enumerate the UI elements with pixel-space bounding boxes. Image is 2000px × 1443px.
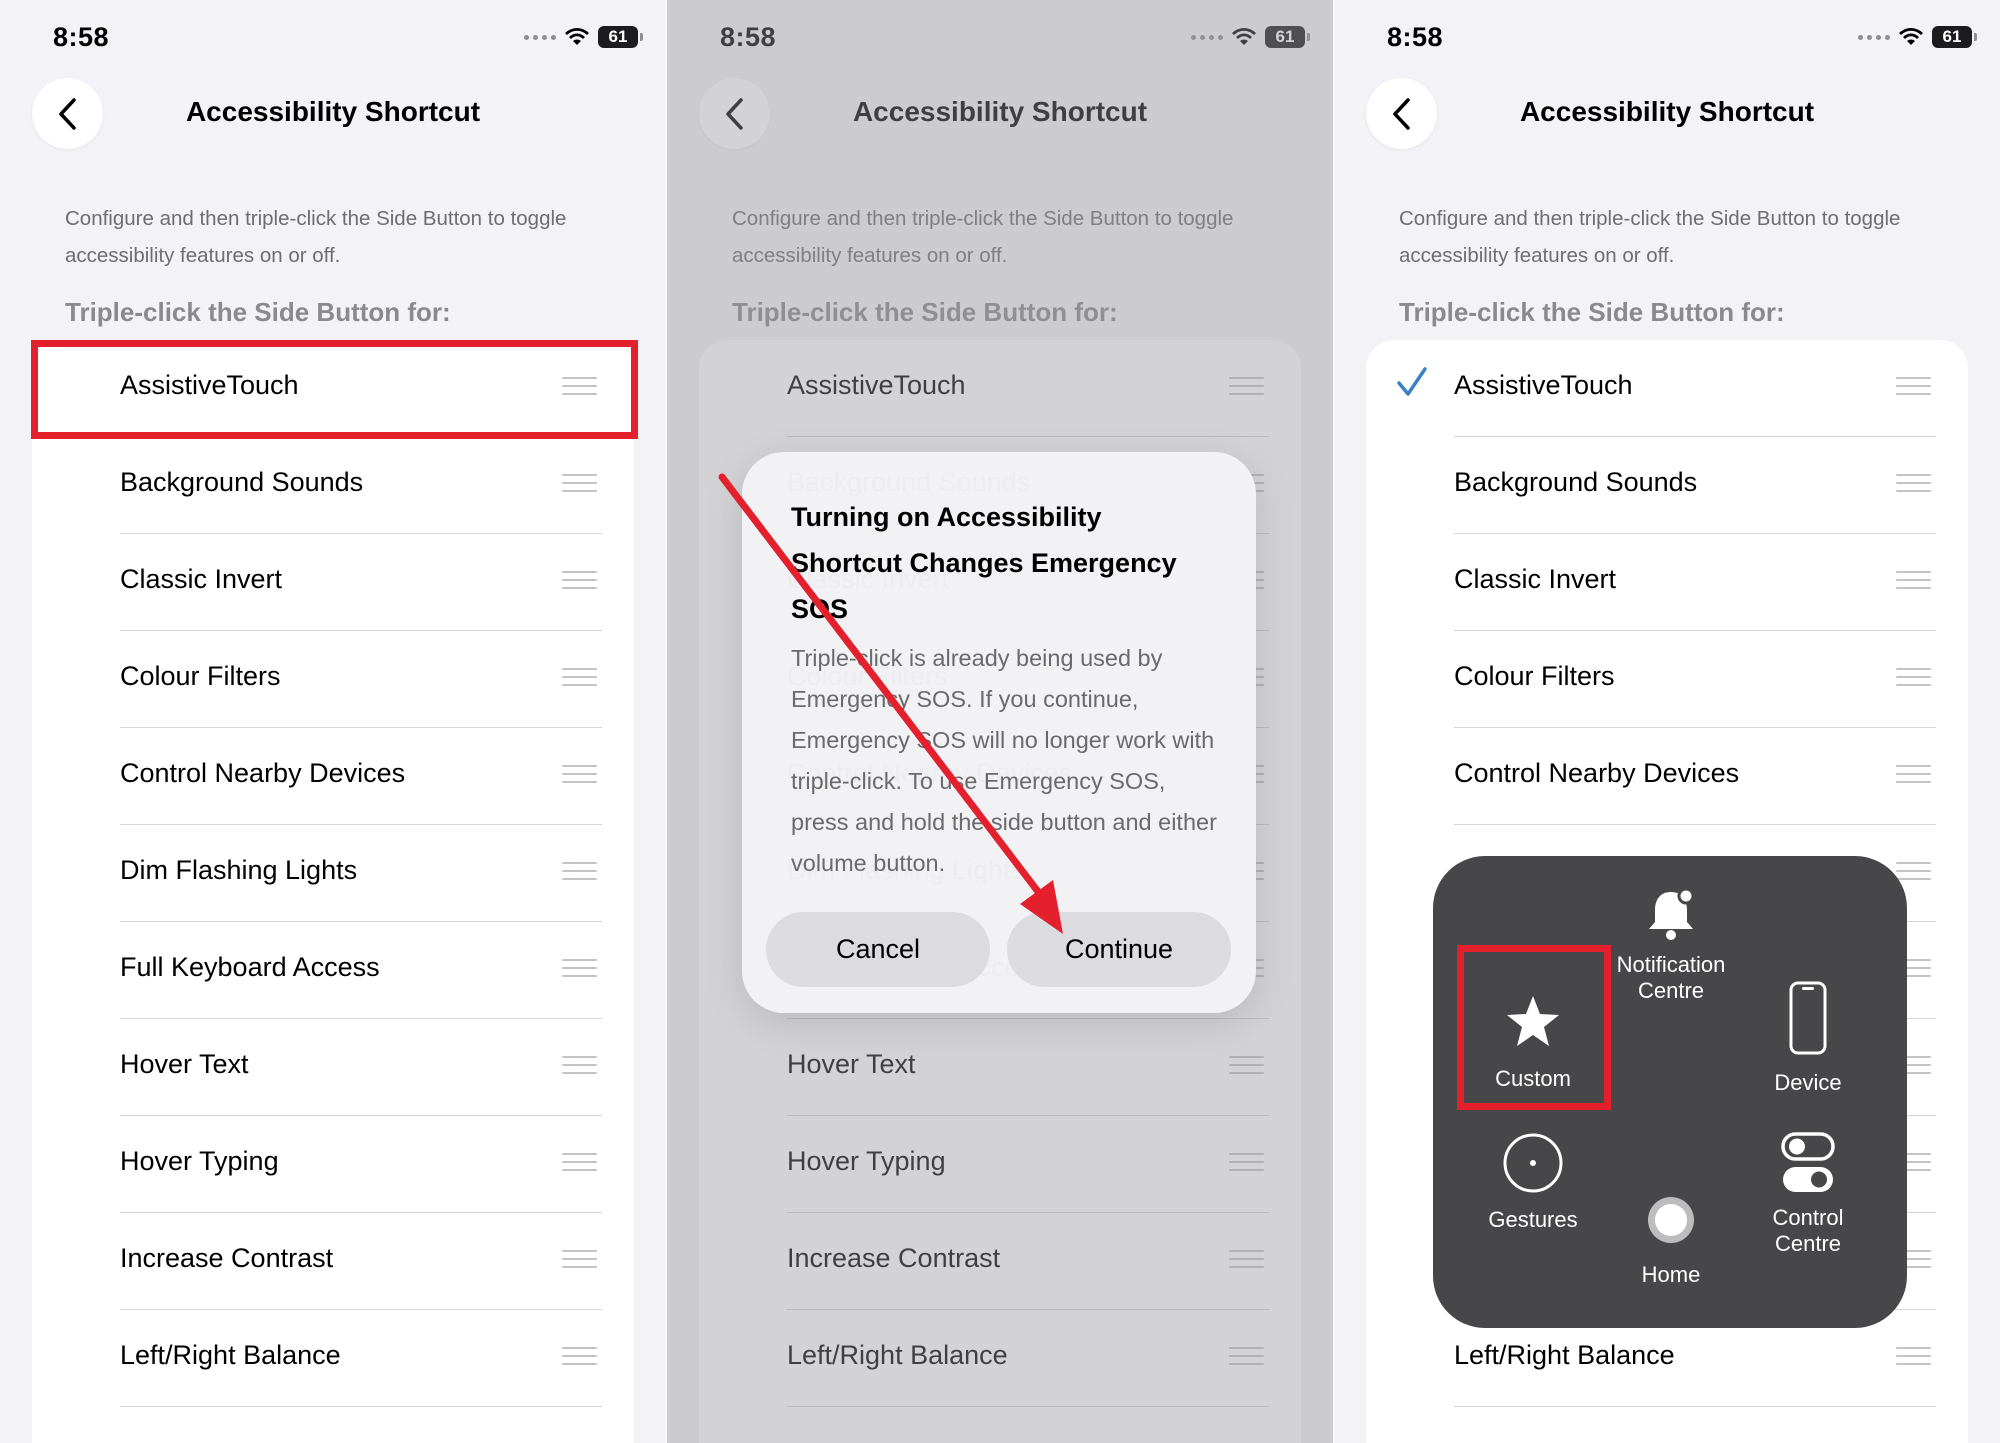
gestures-button[interactable]: Gestures — [1458, 1131, 1608, 1233]
reorder-icon[interactable] — [1896, 377, 1931, 395]
cancel-button[interactable]: Cancel — [766, 912, 990, 987]
list-item[interactable]: Colour Filters — [1366, 631, 1968, 728]
reorder-icon[interactable] — [1896, 668, 1931, 686]
gestures-icon — [1503, 1133, 1563, 1193]
list-item[interactable]: Hover Typing — [32, 1116, 634, 1213]
reorder-icon[interactable] — [562, 1056, 597, 1074]
gestures-label: Gestures — [1488, 1207, 1578, 1232]
reorder-icon[interactable] — [562, 1250, 597, 1268]
item-label: Background Sounds — [120, 467, 364, 497]
control-centre-button[interactable]: Control Centre — [1733, 1131, 1883, 1257]
reorder-icon[interactable] — [562, 474, 597, 492]
list-item[interactable]: Control Nearby Devices — [32, 728, 634, 825]
item-label: Classic Invert — [120, 564, 283, 594]
screen-2: 8:58 61 Accessibility Shortcut Configure… — [667, 0, 1333, 1443]
screen-3: 8:58 61 Accessibility Shortcut Configure… — [1334, 0, 2000, 1443]
list-item[interactable]: Background Sounds — [32, 437, 634, 534]
list-item[interactable]: Full Keyboard Access — [32, 922, 634, 1019]
reorder-icon[interactable] — [1896, 765, 1931, 783]
item-label: Hover Text — [120, 1049, 249, 1079]
section-header: Triple-click the Side Button for: — [65, 297, 451, 327]
alert-title: Turning on Accessibility Shortcut Change… — [791, 502, 1177, 624]
item-label: Colour Filters — [120, 661, 281, 691]
toggles-icon — [1781, 1132, 1835, 1192]
battery-icon: 61 — [1932, 26, 1977, 48]
screen-1: 8:58 61 Accessibility Shortcut Configure… — [0, 0, 666, 1443]
alert-dialog: Turning on Accessibility Shortcut Change… — [742, 452, 1256, 1013]
status-time: 8:58 — [1387, 22, 1444, 52]
item-label: Control Nearby Devices — [120, 758, 406, 788]
section-header: Triple-click the Side Button for: — [1399, 297, 1785, 327]
item-label: Dim Flashing Lights — [120, 855, 358, 885]
item-label: Full Keyboard Access — [120, 952, 380, 982]
notification-centre-label: Notification Centre — [1616, 952, 1726, 1003]
item-label: AssistiveTouch — [1454, 370, 1633, 400]
status-time: 8:58 — [53, 22, 110, 52]
item-label: Control Nearby Devices — [1454, 758, 1740, 788]
item-label: Background Sounds — [1454, 467, 1698, 497]
highlight-box — [1457, 945, 1611, 1110]
home-button-icon — [1648, 1197, 1694, 1243]
list-item[interactable]: Background Sounds — [1366, 437, 1968, 534]
list-item[interactable]: AssistiveTouch — [1366, 340, 1968, 437]
list-item[interactable]: Dim Flashing Lights — [32, 825, 634, 922]
reorder-icon[interactable] — [1896, 1347, 1931, 1365]
list-item[interactable]: Left/Right Balance — [32, 1310, 634, 1407]
signal-icon — [1858, 34, 1890, 40]
reorder-icon[interactable] — [562, 1153, 597, 1171]
item-label: Left/Right Balance — [1454, 1340, 1675, 1370]
list-item[interactable]: Classic Invert — [32, 534, 634, 631]
reorder-icon[interactable] — [1896, 474, 1931, 492]
page-title: Accessibility Shortcut — [1519, 96, 1815, 127]
list-item[interactable]: Control Nearby Devices — [1366, 728, 1968, 825]
reorder-icon[interactable] — [562, 668, 597, 686]
home-button[interactable]: Home — [1596, 1194, 1746, 1288]
reorder-icon[interactable] — [562, 862, 597, 880]
list-item[interactable]: Increase Contrast — [32, 1213, 634, 1310]
home-label: Home — [1641, 1262, 1701, 1287]
notification-centre-button[interactable]: Notification Centre — [1596, 886, 1746, 1004]
alert-message: Triple-click is already being used by Em… — [791, 645, 1217, 876]
highlight-box — [31, 340, 638, 439]
description-text: Configure and then triple-click the Side… — [1399, 207, 1901, 267]
status-bar: 8:58 61 — [1334, 0, 2000, 80]
bell-icon — [1649, 887, 1695, 940]
phone-icon — [1789, 981, 1827, 1055]
device-label: Device — [1774, 1070, 1842, 1095]
item-label: Colour Filters — [1454, 661, 1615, 691]
item-label: Left/Right Balance — [120, 1340, 341, 1370]
reorder-icon[interactable] — [562, 571, 597, 589]
signal-icon — [524, 34, 556, 40]
device-button[interactable]: Device — [1733, 976, 1883, 1096]
wifi-icon — [1899, 28, 1923, 45]
reorder-icon[interactable] — [562, 1347, 597, 1365]
reorder-icon[interactable] — [562, 765, 597, 783]
list-item[interactable]: Hover Text — [32, 1019, 634, 1116]
continue-button[interactable]: Continue — [1007, 912, 1231, 987]
reorder-icon[interactable] — [562, 959, 597, 977]
status-bar: 8:58 61 — [0, 0, 666, 80]
description-text: Configure and then triple-click the Side… — [65, 207, 567, 267]
item-label: Classic Invert — [1454, 564, 1617, 594]
checkmark-icon — [1397, 367, 1427, 396]
feature-list: AssistiveTouch Background Sounds Classic… — [32, 340, 634, 1443]
battery-icon: 61 — [598, 26, 643, 48]
reorder-icon[interactable] — [1896, 571, 1931, 589]
item-label: Increase Contrast — [120, 1243, 334, 1273]
control-centre-label: Control Centre — [1772, 1205, 1844, 1256]
list-item[interactable]: Classic Invert — [1366, 534, 1968, 631]
wifi-icon — [565, 28, 589, 45]
list-item[interactable]: Colour Filters — [32, 631, 634, 728]
reorder-icon[interactable] — [1896, 862, 1931, 880]
item-label: Hover Typing — [120, 1146, 279, 1176]
page-title: Accessibility Shortcut — [185, 96, 481, 127]
